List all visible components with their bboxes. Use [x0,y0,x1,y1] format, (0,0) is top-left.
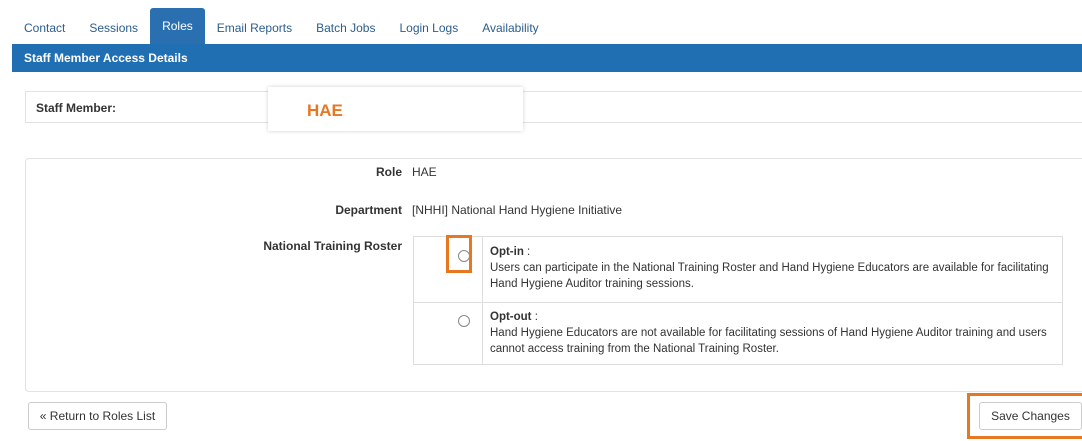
return-to-roles-button[interactable]: « Return to Roles List [28,402,167,430]
opt-out-text: Opt-out : Hand Hygiene Educators are not… [490,309,1050,357]
opt-in-title: Opt-in [490,246,524,258]
role-value: HAE [412,165,437,179]
tab-batch-jobs[interactable]: Batch Jobs [304,12,387,44]
opt-out-title: Opt-out [490,311,532,323]
tab-bar: Contact Sessions Roles Email Reports Bat… [12,8,551,44]
tab-contact[interactable]: Contact [12,12,77,44]
tab-roles[interactable]: Roles [150,8,205,44]
tab-login-logs[interactable]: Login Logs [387,12,470,44]
save-changes-highlight [967,393,1082,439]
department-label: Department [335,203,402,217]
tab-email-reports[interactable]: Email Reports [205,12,304,44]
column-divider [482,302,483,364]
roster-options-table: Opt-in : Users can participate in the Na… [413,236,1063,365]
staff-member-row: Staff Member: [25,91,1082,123]
tab-sessions[interactable]: Sessions [77,12,150,44]
tab-availability[interactable]: Availability [470,12,550,44]
opt-in-description: Users can participate in the National Tr… [490,262,1049,290]
panel-title: Staff Member Access Details [12,44,1082,72]
opt-out-suffix: : [531,311,538,323]
staff-member-label: Staff Member: [36,101,117,115]
opt-in-row[interactable]: Opt-in : Users can participate in the Na… [414,237,1062,303]
column-divider [482,237,483,302]
staff-member-value: HAE [307,101,343,120]
opt-out-row[interactable]: Opt-out : Hand Hygiene Educators are not… [414,302,1062,364]
opt-in-text: Opt-in : Users can participate in the Na… [490,244,1050,292]
opt-out-description: Hand Hygiene Educators are not available… [490,327,1047,355]
opt-out-radio[interactable] [458,315,470,327]
national-training-roster-label: National Training Roster [263,239,402,253]
opt-in-suffix: : [523,246,531,258]
role-label: Role [375,165,402,179]
department-value: [NHHI] National Hand Hygiene Initiative [412,203,623,217]
opt-in-highlight [446,235,472,273]
